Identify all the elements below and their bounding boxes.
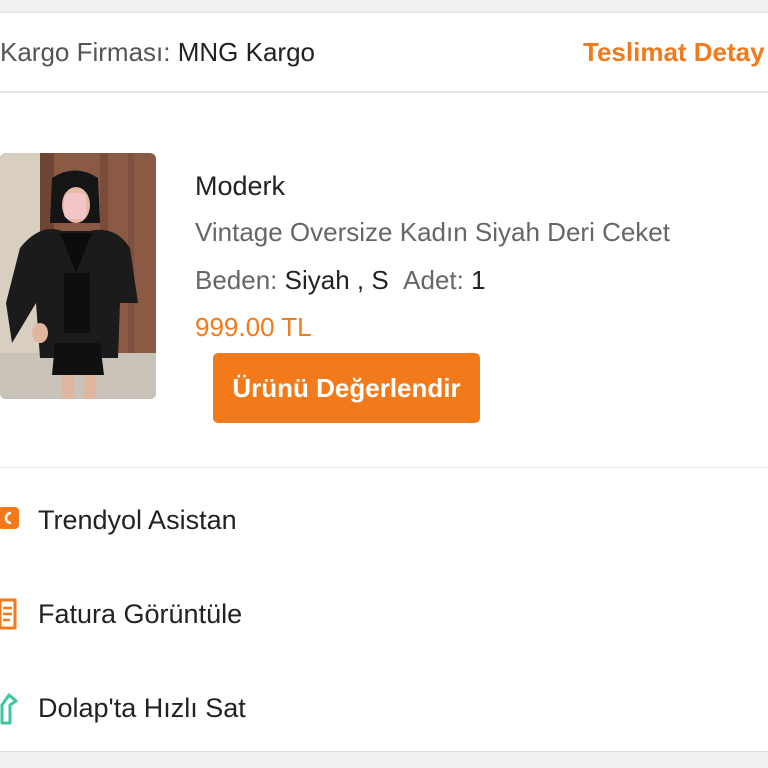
size-value: Siyah , S — [284, 265, 389, 295]
product-variant: Beden: Siyah , S Adet: 1 — [195, 265, 486, 296]
delivery-details-link[interactable]: Teslimat Detay — [583, 37, 765, 68]
menu-item-label: Dolap'ta Hızlı Sat — [38, 693, 246, 723]
cargo-label: Kargo Firması: — [0, 37, 171, 67]
menu-item-label: Fatura Görüntüle — [38, 599, 243, 629]
quantity-value: 1 — [471, 265, 486, 295]
product-image[interactable] — [0, 153, 156, 399]
invoice-icon — [0, 597, 20, 631]
menu-item-trendyol-assistant[interactable]: Trendyol Asistan — [0, 479, 768, 559]
quantity-label: Adet: — [403, 265, 464, 295]
hanger-tag-icon — [0, 691, 20, 725]
menu-item-dolap-quick-sell[interactable]: Dolap'ta Hızlı Sat — [0, 667, 768, 747]
menu-item-label: Trendyol Asistan — [38, 505, 237, 535]
cargo-row: Kargo Firması: MNG Kargo Teslimat Detay — [0, 13, 768, 93]
product-item: Moderk Vintage Oversize Kadın Siyah Deri… — [0, 93, 768, 468]
cargo-company: Kargo Firması: MNG Kargo — [0, 37, 315, 68]
store-name[interactable]: Moderk — [195, 171, 285, 202]
cargo-company-name: MNG Kargo — [177, 37, 315, 67]
assistant-icon — [0, 503, 20, 537]
menu-item-view-invoice[interactable]: Fatura Görüntüle — [0, 573, 768, 653]
review-product-button[interactable]: Ürünü Değerlendir — [213, 353, 480, 423]
product-price: 999.00 TL — [195, 312, 312, 342]
size-label: Beden: — [195, 265, 278, 295]
order-card: Kargo Firması: MNG Kargo Teslimat Detay — [0, 12, 768, 752]
product-title[interactable]: Vintage Oversize Kadın Siyah Deri Ceket — [195, 217, 670, 248]
